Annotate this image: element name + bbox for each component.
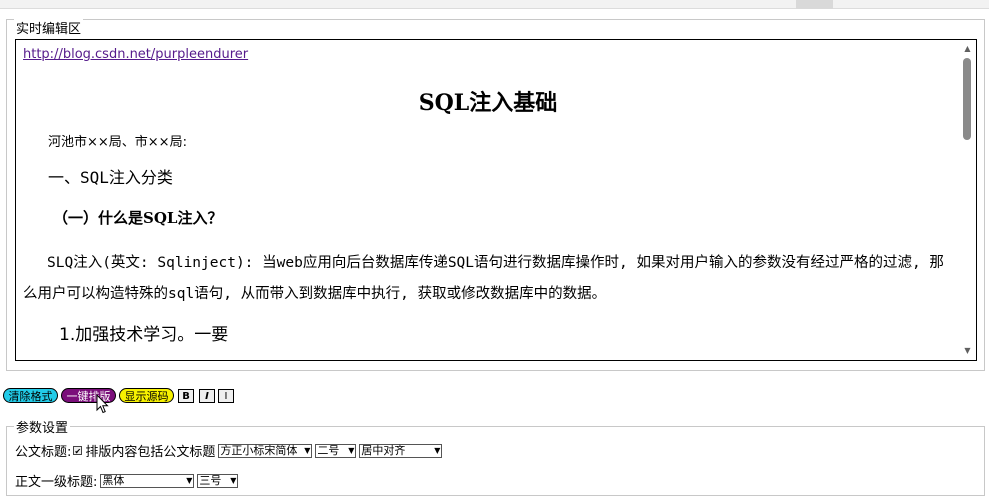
title-size-select[interactable]: 二号 ▼ [315,443,357,458]
chevron-down-icon: ▼ [304,446,311,455]
heading-level-1: 一、SQL注入分类 [48,168,173,187]
scrollbar-thumb[interactable] [963,58,971,140]
mouse-pointer-icon [96,394,109,414]
document-title: SQL注入基础 [418,90,558,116]
editor-legend: 实时编辑区 [14,18,84,37]
scroll-up-icon[interactable]: ▲ [959,42,976,56]
include-title-checkbox[interactable]: ✔ [73,446,83,456]
params-legend: 参数设置 [14,417,71,436]
clear-format-button[interactable]: 清除格式 [3,388,58,403]
check-mark-icon: ✔ [74,447,82,456]
level1-size-select[interactable]: 三号 ▼ [197,473,239,488]
editor-content[interactable]: http://blog.csdn.net/purpleendurer SQL注入… [16,40,960,360]
title-font-select[interactable]: 方正小标宋简体 ▼ [218,443,313,458]
list-item: 1.加强技术学习。一要 [59,325,229,345]
title-align-select[interactable]: 居中对齐 ▼ [359,443,443,458]
rich-text-editor[interactable]: http://blog.csdn.net/purpleendurer SQL注入… [15,39,977,361]
underline-button[interactable]: I [218,389,234,403]
level1-heading-label: 正文一级标题: [15,475,98,490]
level1-font-select[interactable]: 黑体 ▼ [100,473,195,488]
chevron-down-icon: ▼ [348,446,355,455]
scroll-down-icon[interactable]: ▼ [959,344,976,358]
show-source-button[interactable]: 显示源码 [119,388,174,403]
chevron-down-icon: ▼ [186,476,193,485]
bold-button[interactable]: B [178,389,194,403]
heading-level-2: （一）什么是SQL注入？ [53,209,223,227]
recipient-line: 河池市××局、市××局: [48,135,187,150]
official-title-label: 公文标题: [15,445,72,460]
include-title-label: 排版内容包括公文标题 [85,445,216,460]
italic-button[interactable]: I [199,389,215,403]
title-align-value: 居中对齐 [361,444,406,457]
chevron-down-icon: ▼ [434,446,441,455]
title-font-value: 方正小标宋简体 [220,444,298,457]
level1-font-value: 黑体 [102,474,125,487]
level1-heading-row: 正文一级标题: 黑体 ▼ 三号 ▼ [15,471,239,490]
official-title-row: 公文标题: ✔ 排版内容包括公文标题 方正小标宋简体 ▼ 二号 ▼ 居中对齐 ▼ [15,441,443,460]
blog-link[interactable]: http://blog.csdn.net/purpleendurer [23,47,248,62]
chevron-down-icon: ▼ [230,476,237,485]
body-paragraph: SLQ注入(英文: Sqlinject): 当web应用向后台数据库传递SQL语… [23,255,944,302]
level1-size-value: 三号 [199,474,222,487]
top-scrollbar[interactable] [0,0,989,9]
top-scrollbar-thumb[interactable] [796,0,833,9]
title-size-value: 二号 [317,444,340,457]
editor-scrollbar[interactable]: ▲ ▼ [959,40,976,360]
